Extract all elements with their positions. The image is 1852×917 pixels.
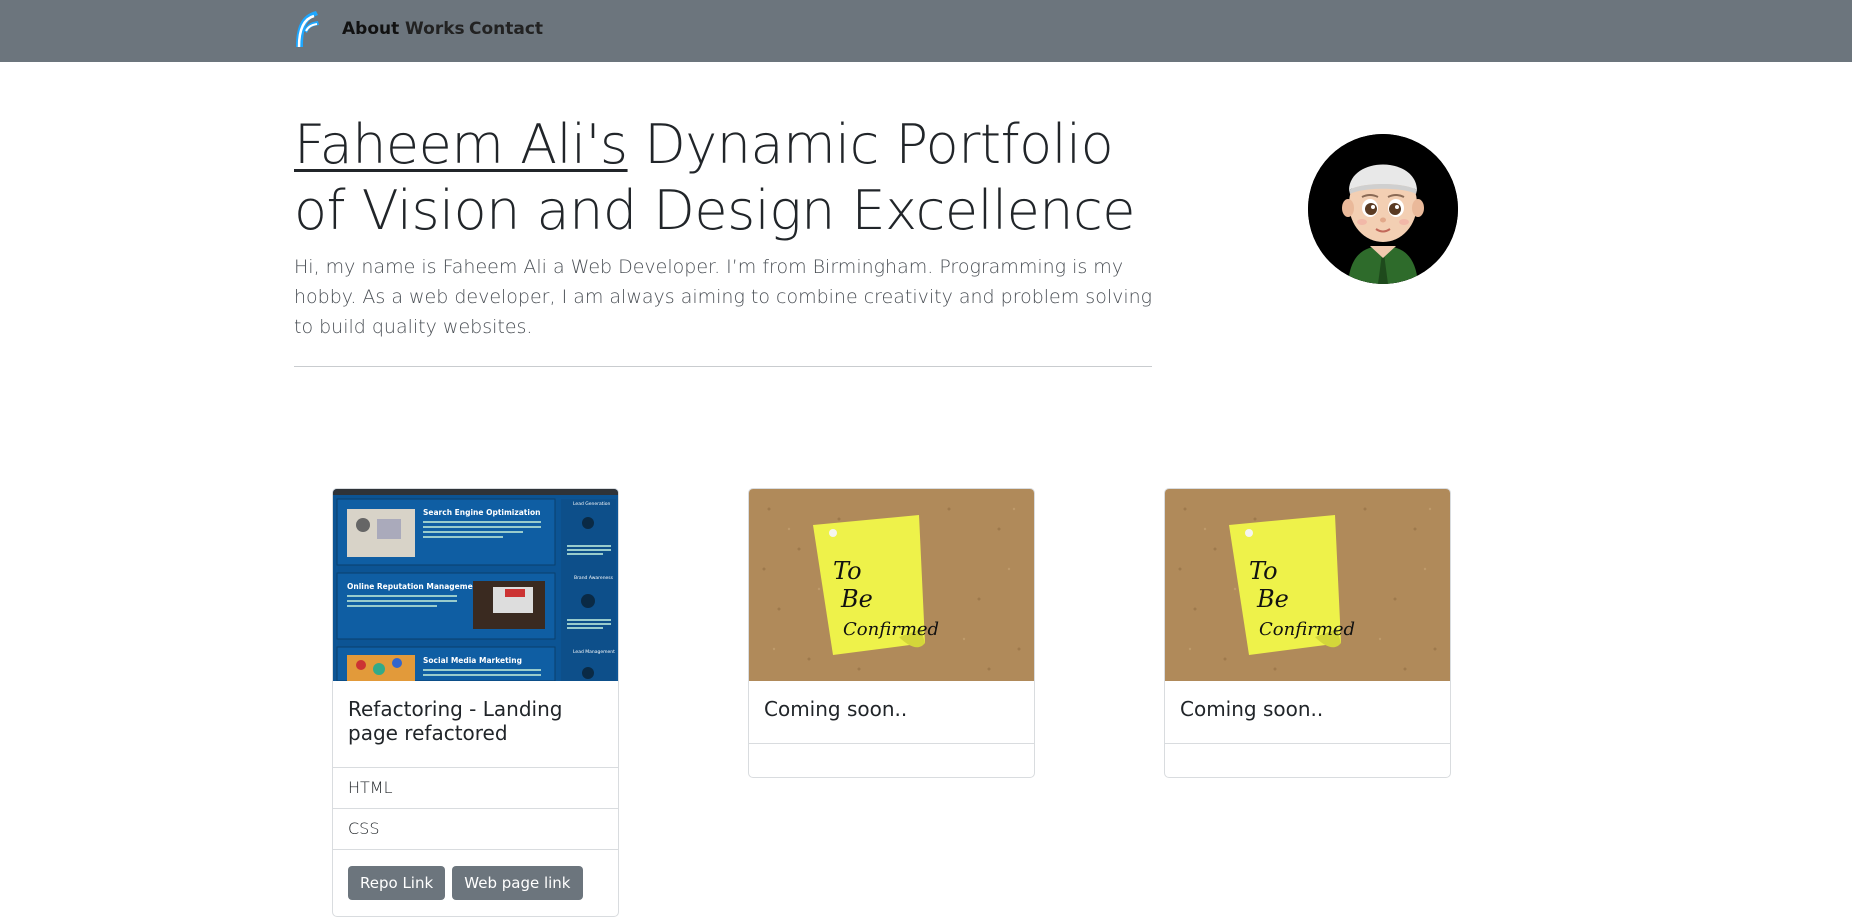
card-body: Refactoring - Landing page refactored — [333, 681, 618, 767]
repo-link-button[interactable]: Repo Link — [348, 866, 446, 900]
card-title: Coming soon.. — [1180, 697, 1324, 721]
to-be-confirmed-note-image: To Be Confirmed — [749, 489, 1034, 681]
to-be-confirmed-note-image: To Be Confirmed — [1165, 489, 1450, 681]
f-logo-icon[interactable] — [292, 7, 322, 49]
project-card-coming-soon-1: To Be Confirmed Coming soon.. — [748, 488, 1035, 778]
intro-paragraph: Hi, my name is Faheem Ali a Web Develope… — [294, 256, 1153, 338]
note-text-line1: To — [833, 557, 862, 585]
divider — [294, 366, 1152, 367]
landing-page-screenshot: Search Engine Optimization Online Reputa… — [333, 489, 618, 681]
nav-contact-link[interactable]: Contact — [469, 19, 543, 39]
thumb-lead-mgmt-text: Lead Management — [573, 649, 615, 655]
card-title: Refactoring - Landing page refactored — [348, 697, 563, 745]
name-link[interactable]: Faheem Ali's — [294, 113, 628, 176]
note-text-line2: Be — [840, 585, 873, 613]
card-footer — [749, 743, 1034, 777]
note-text-line2: Be — [1256, 585, 1289, 613]
tech-item-html: HTML — [333, 767, 618, 808]
card-footer — [1165, 743, 1450, 777]
project-card-refactoring: Search Engine Optimization Online Reputa… — [332, 488, 619, 917]
card-body: Coming soon.. — [749, 681, 1034, 743]
thumb-brand-text: Brand Awareness — [574, 575, 614, 581]
nav-works-link[interactable]: Works — [405, 19, 465, 39]
card-body: Coming soon.. — [1165, 681, 1450, 743]
note-text-line3: Confirmed — [1259, 619, 1355, 640]
navbar: About Works Contact — [0, 0, 1852, 62]
note-text-line3: Confirmed — [843, 619, 939, 640]
cartoon-avatar-icon — [1308, 134, 1458, 284]
thumb-smm-text: Social Media Marketing — [423, 656, 522, 665]
thumb-orm-text: Online Reputation Management — [347, 582, 482, 591]
thumb-lead-gen-text: Lead Generation — [573, 501, 610, 507]
thumb-seo-text: Search Engine Optimization — [423, 508, 540, 517]
note-text-line1: To — [1249, 557, 1278, 585]
page-title: Faheem Ali's Dynamic Portfolio of Vision… — [294, 112, 1154, 244]
card-title: Coming soon.. — [764, 697, 908, 721]
project-card-coming-soon-2: To Be Confirmed Coming soon.. — [1164, 488, 1451, 778]
nav-about-link[interactable]: About — [342, 19, 399, 39]
web-page-link-button[interactable]: Web page link — [452, 866, 583, 900]
tech-item-css: CSS — [333, 808, 618, 849]
card-actions: Repo Link Web page link — [333, 849, 618, 916]
